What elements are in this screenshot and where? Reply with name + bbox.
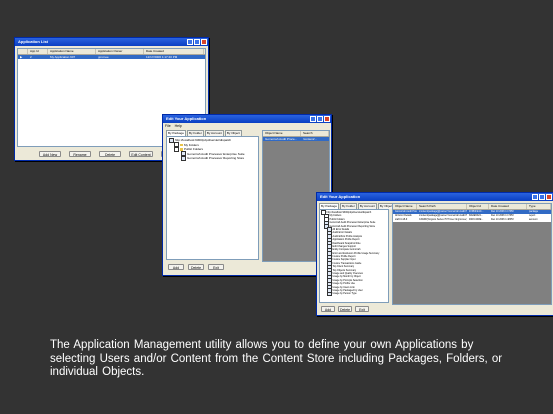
- column-header[interactable]: Application Owner: [96, 49, 144, 54]
- minimize-icon[interactable]: [532, 194, 538, 200]
- tree-node[interactable]: Usage by Person Type: [321, 291, 387, 297]
- delete-button[interactable]: Delete: [188, 264, 204, 270]
- menu-file[interactable]: File: [165, 124, 171, 128]
- add-button[interactable]: Add: [168, 264, 184, 270]
- table-cell: account: [529, 218, 538, 221]
- table-cell: 2: [30, 55, 32, 59]
- content-tree[interactable]: http://localhost:9300/p2pd/servlet/dispa…: [166, 136, 259, 260]
- delete-button[interactable]: Delete: [99, 151, 121, 157]
- maximize-icon[interactable]: [194, 39, 200, 45]
- maximize-icon[interactable]: [539, 194, 545, 200]
- minimize-icon[interactable]: [310, 116, 316, 122]
- add-new-button[interactable]: Add New: [39, 151, 61, 157]
- edit-application-expanded-window: Edit Your Application By Package By Fold…: [316, 192, 553, 316]
- folder-icon: [180, 148, 183, 151]
- column-header[interactable]: Type: [527, 204, 551, 209]
- row-indicator-header: [18, 49, 28, 54]
- row-pointer-icon: ▶: [20, 55, 23, 59]
- edit-application-title: Edit Your Application: [166, 116, 207, 121]
- table-cell: gmcnee: [98, 55, 109, 59]
- column-header[interactable]: Date Created: [144, 49, 204, 54]
- delete-button[interactable]: Delete: [338, 306, 352, 312]
- maximize-icon[interactable]: [317, 116, 323, 122]
- checkbox-icon[interactable]: [174, 146, 179, 152]
- table-row[interactable]: Gomorrah Audit Proce... /content/...: [263, 137, 329, 141]
- table-row[interactable]: ▶ 2 My Application 907 gmcnee 12/17/2006…: [18, 55, 205, 59]
- table-cell: Dec 10 2006 1:48PM: [491, 218, 514, 221]
- description-caption: The Application Management utility allow…: [50, 339, 503, 378]
- edit-application-titlebar: Edit Your Application: [163, 115, 331, 123]
- column-header[interactable]: Search Path: [417, 204, 467, 209]
- table-cell: My Application 907: [50, 55, 76, 59]
- edit-content-button[interactable]: Edit Content: [129, 151, 153, 157]
- close-icon[interactable]: [201, 39, 207, 45]
- application-list-titlebar: Application List: [15, 38, 208, 46]
- table-cell: /content/...: [303, 137, 318, 141]
- application-list-title: Application List: [18, 39, 48, 44]
- menu-help[interactable]: Help: [175, 124, 182, 128]
- column-header[interactable]: Application Name: [48, 49, 96, 54]
- folder-icon: [180, 143, 183, 146]
- minimize-icon[interactable]: [187, 39, 193, 45]
- close-icon[interactable]: [324, 116, 330, 122]
- table-cell: 12/17/2006 1:17:40 PM: [146, 55, 178, 59]
- checkbox-icon[interactable]: [181, 155, 186, 161]
- table-cell: i64FC4D3E...: [469, 218, 484, 221]
- menu-bar: File Help: [165, 124, 182, 128]
- edit-application-expanded-titlebar: Edit Your Application: [317, 193, 553, 201]
- column-header[interactable]: Object Name: [393, 204, 417, 209]
- table-cell: staff-3-18-9: [395, 218, 408, 221]
- selected-objects-grid-expanded[interactable]: Object Name Search Path Object Id Date C…: [392, 203, 552, 305]
- checkbox-icon[interactable]: [327, 291, 332, 297]
- column-header[interactable]: App Id: [28, 49, 48, 54]
- grid-rows: Gomorrah Audit Proc.../content/package[@…: [393, 210, 551, 222]
- content-tree-expanded[interactable]: http://localhost:9300/p2pd/servlet/dispa…: [319, 209, 389, 303]
- rename-button[interactable]: Rename: [69, 151, 91, 157]
- table-cell: CAMID('Cognos Series 7NT User Id:gmcnee'…: [419, 218, 467, 221]
- column-header[interactable]: Date Created: [489, 204, 527, 209]
- edit-application-expanded-title: Edit Your Application: [320, 194, 361, 199]
- table-cell: Gomorrah Audit Proce...: [265, 137, 298, 141]
- column-header[interactable]: Object Name: [263, 131, 301, 136]
- tree-node[interactable]: Gomorrah Audit Processor Reporting Store: [169, 155, 256, 161]
- tree-node-label: Usage by Person Type: [332, 292, 357, 296]
- exit-button[interactable]: Exit: [208, 264, 224, 270]
- column-header[interactable]: Search: [301, 131, 329, 136]
- edit-application-window: Edit Your Application File Help By Packa…: [162, 114, 332, 276]
- column-header[interactable]: Object Id: [467, 204, 489, 209]
- exit-button[interactable]: Exit: [355, 306, 369, 312]
- add-button[interactable]: Add: [321, 306, 335, 312]
- table-row[interactable]: staff-3-18-9 CAMID('Cognos Series 7NT Use…: [393, 218, 551, 222]
- close-icon[interactable]: [546, 194, 552, 200]
